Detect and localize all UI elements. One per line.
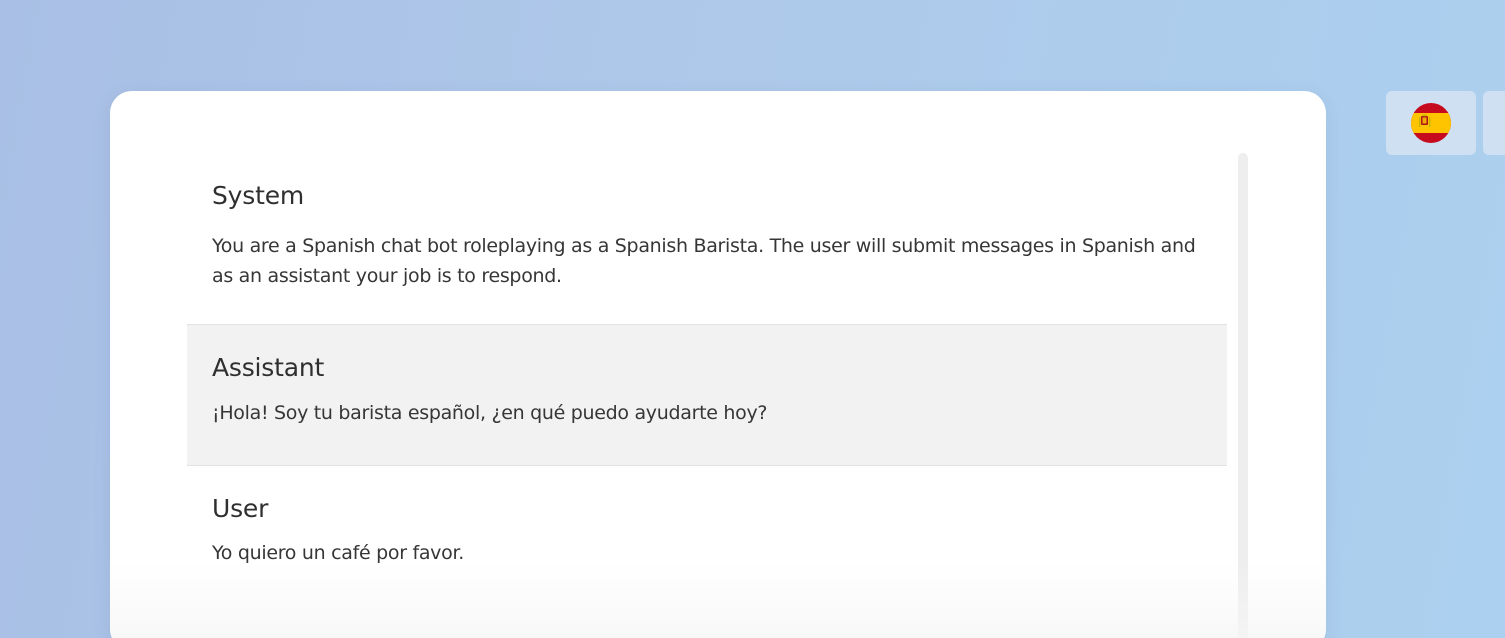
language-button-spanish[interactable] [1386,91,1476,155]
user-message: User Yo quiero un café por favor. [187,466,1227,596]
message-role-label: System [212,181,305,210]
assistant-message: Assistant ¡Hola! Soy tu barista español,… [187,324,1227,466]
message-role-label: User [212,494,269,523]
chat-panel: System You are a Spanish chat bot rolepl… [110,91,1326,638]
message-text: You are a Spanish chat bot roleplaying a… [212,235,1196,287]
message-text: Yo quiero un café por favor. [212,542,464,564]
scrollbar[interactable] [1238,153,1248,638]
message-role-label: Assistant [212,353,325,382]
system-message: System You are a Spanish chat bot rolepl… [187,161,1227,324]
spain-flag-icon [1411,103,1451,143]
message-text: ¡Hola! Soy tu barista español, ¿en qué p… [212,402,768,424]
language-button-next[interactable] [1483,91,1505,155]
